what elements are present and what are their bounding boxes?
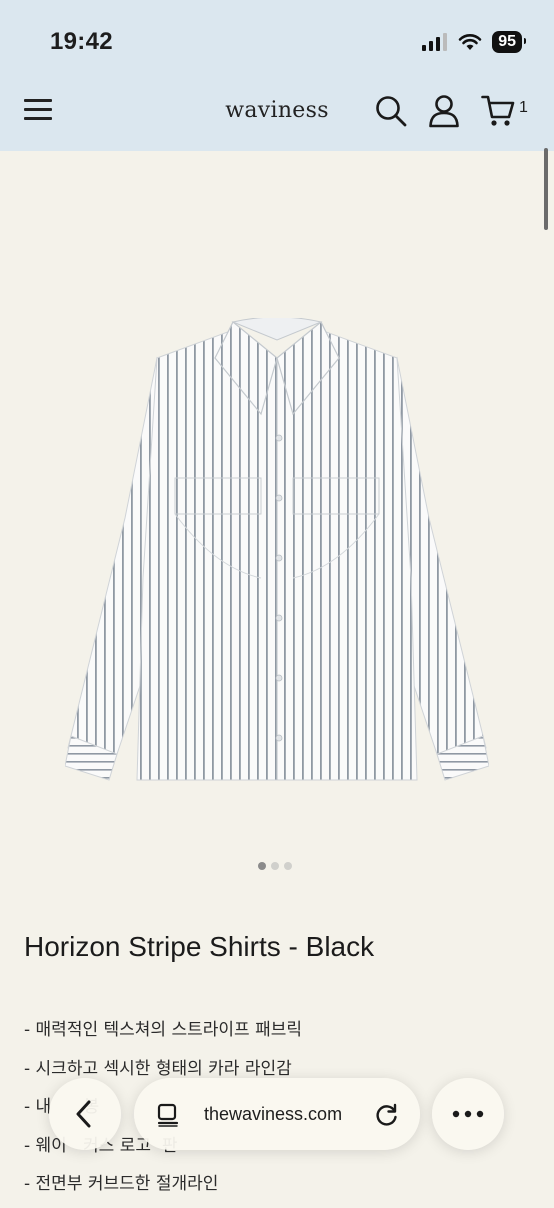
chevron-left-icon <box>76 1100 91 1128</box>
tab-overview-icon[interactable] <box>156 1103 180 1127</box>
carousel-dot[interactable] <box>271 862 279 870</box>
search-icon[interactable] <box>374 94 408 128</box>
cellular-signal-icon <box>422 33 448 51</box>
product-title: Horizon Stripe Shirts - Black <box>24 931 375 962</box>
back-button[interactable] <box>49 1078 121 1150</box>
feature-item: - 전면부 커브드한 절개라인 <box>24 1174 219 1194</box>
account-icon[interactable] <box>428 94 460 128</box>
brand-logo[interactable]: waviness <box>0 98 554 123</box>
url-text[interactable]: thewaviness.com <box>204 1104 342 1125</box>
product-image[interactable] <box>65 318 489 782</box>
carousel-dot[interactable] <box>258 862 266 870</box>
cart-icon[interactable] <box>481 94 517 128</box>
status-icons: 95 <box>422 31 526 53</box>
cart-count-badge: 1 <box>519 99 528 116</box>
more-dots-icon <box>452 1110 484 1118</box>
image-carousel-dots[interactable] <box>258 862 292 870</box>
top-header: 19:42 95 waviness 1 <box>0 0 554 151</box>
wifi-icon <box>458 34 482 50</box>
address-bar[interactable]: thewaviness.com <box>134 1078 420 1150</box>
browser-toolbar: thewaviness.com <box>0 1076 554 1156</box>
battery-indicator: 95 <box>492 31 526 53</box>
scrollbar[interactable] <box>544 148 548 230</box>
feature-item: - 매력적인 텍스쳐의 스트라이프 패브릭 <box>24 1020 302 1040</box>
carousel-dot[interactable] <box>284 862 292 870</box>
more-options-button[interactable] <box>432 1078 504 1150</box>
reload-icon[interactable] <box>374 1102 400 1128</box>
status-time: 19:42 <box>50 28 113 55</box>
